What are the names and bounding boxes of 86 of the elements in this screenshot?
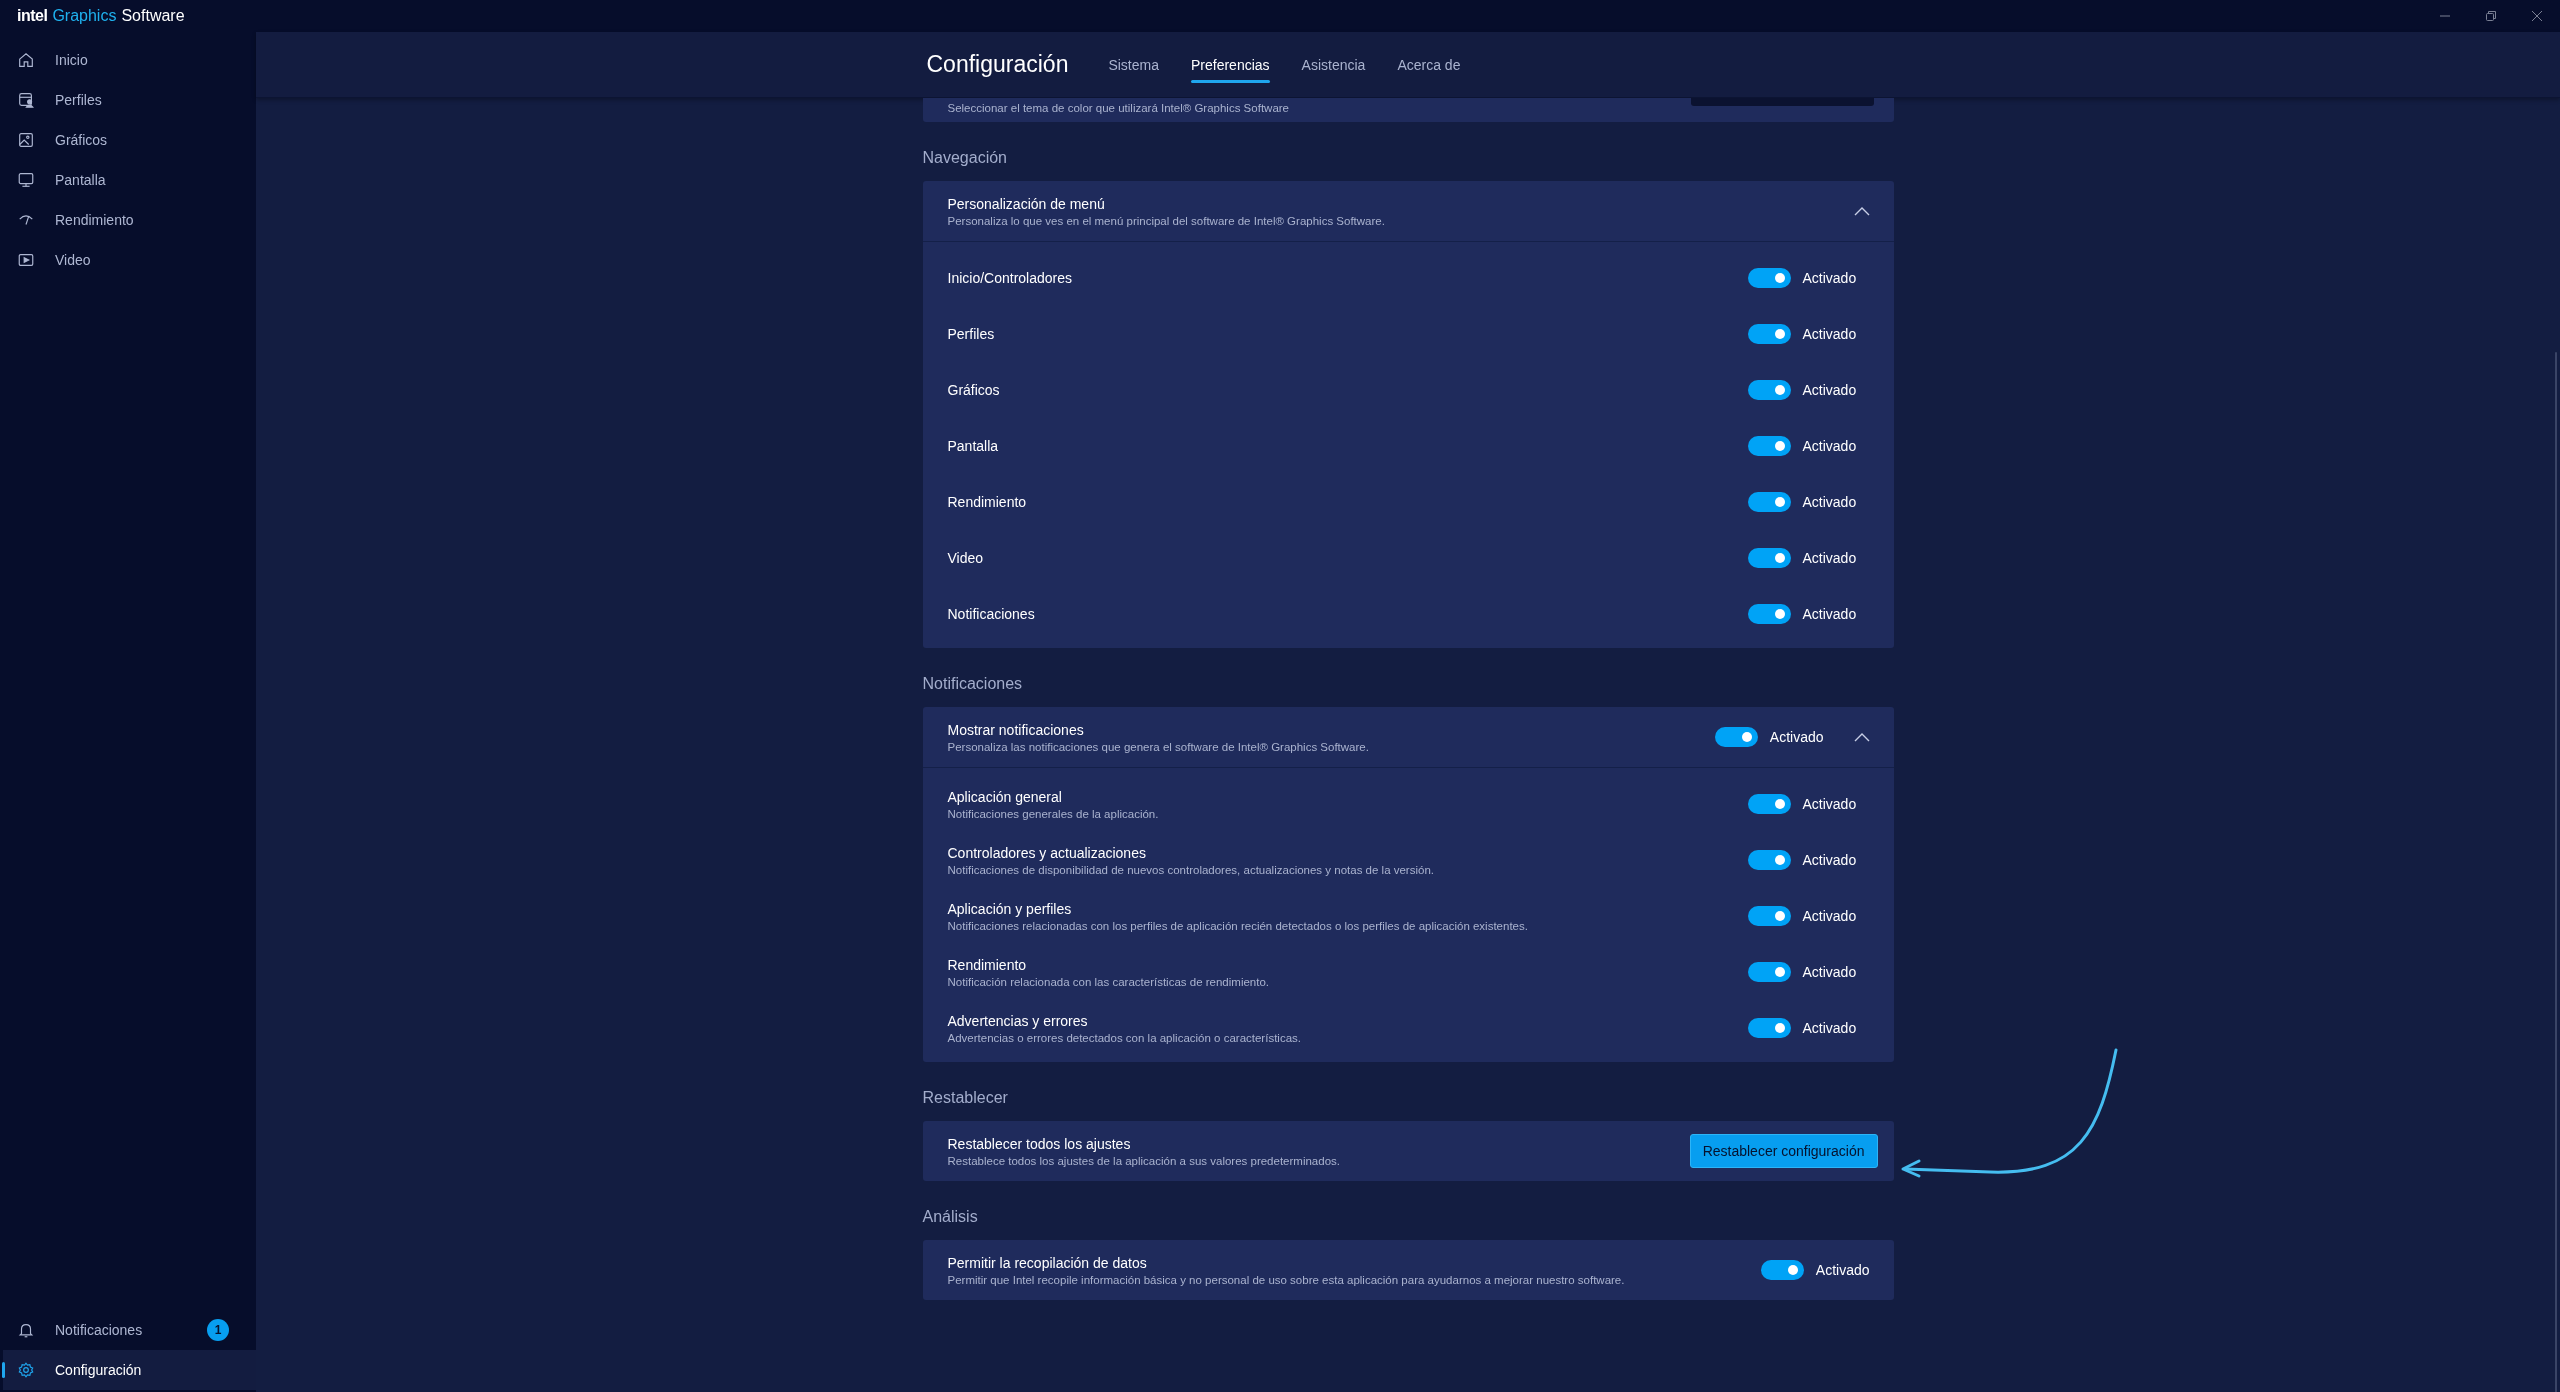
- setting-description: Personaliza lo que ves en el menú principal del software de Intel® Graphics Software.: [947, 214, 1386, 227]
- toggle-switch[interactable]: [1760, 1260, 1804, 1280]
- toggle-state-label: Activado: [1802, 964, 1857, 980]
- sidebar-item[interactable]: Perfiles: [3, 80, 256, 120]
- setting-label: Gráficos: [947, 382, 1001, 398]
- toggle-state-label: Activado: [1802, 796, 1857, 812]
- section-heading: Navegación: [922, 149, 1008, 167]
- sidebar-item[interactable]: Inicio: [3, 40, 256, 80]
- tab[interactable]: Preferencias: [1181, 44, 1280, 85]
- setting-description: Restablece todos los ajustes de la aplicación a sus valores predeterminados.: [947, 1154, 1341, 1167]
- setting-label: Rendimiento: [947, 956, 1028, 973]
- restore-icon: [2485, 10, 2497, 22]
- toggle-switch[interactable]: [1747, 604, 1791, 624]
- toggle-switch[interactable]: [1747, 492, 1791, 512]
- setting-title: Permitir la recopilación de datos: [947, 1254, 1148, 1271]
- sidebar-icon: [17, 171, 35, 189]
- setting-label: Aplicación y perfiles: [947, 900, 1073, 917]
- toggle-switch[interactable]: [1747, 548, 1791, 568]
- setting-title: Personalización de menú: [947, 195, 1106, 212]
- toggle-switch[interactable]: [1747, 794, 1791, 814]
- setting-label: Advertencias y errores: [947, 1012, 1089, 1029]
- setting-description: Advertencias o errores detectados con la aplicación o características.: [947, 1031, 1302, 1044]
- bell-icon: [17, 1321, 35, 1339]
- toggle-switch[interactable]: [1714, 727, 1758, 747]
- tab[interactable]: Sistema: [1098, 44, 1169, 85]
- toggle-state-label: Activado: [1802, 606, 1857, 622]
- setting-label: Video: [947, 550, 985, 566]
- toggle-state-label: Activado: [1802, 550, 1857, 566]
- toggle-state-label: Activado: [1802, 494, 1857, 510]
- setting-label: Aplicación general: [947, 788, 1063, 805]
- toggle-state-label: Activado: [1802, 270, 1857, 286]
- setting-description: Permitir que Intel recopile información básica y no personal de uso sobre esta aplicación para ayudarnos a mejorar nuestro software.: [947, 1273, 1626, 1286]
- close-icon: [2531, 10, 2543, 22]
- chevron-up-icon[interactable]: [1853, 732, 1870, 742]
- setting-description: Notificación relacionada con las características de rendimiento.: [947, 975, 1271, 988]
- sidebar-item[interactable]: Rendimiento: [3, 200, 256, 240]
- toggle-state-label: Activado: [1769, 729, 1824, 745]
- setting-description: Notificaciones generales de la aplicación.: [947, 807, 1160, 820]
- setting-label: Notificaciones: [947, 606, 1036, 622]
- notification-count-badge: 1: [207, 1319, 229, 1341]
- setting-label: Controladores y actualizaciones: [947, 844, 1147, 861]
- sidebar-item[interactable]: Configuración: [3, 1350, 256, 1390]
- toggle-switch[interactable]: [1747, 1018, 1791, 1038]
- toggle-state-label: Activado: [1815, 1262, 1870, 1278]
- toggle-switch[interactable]: [1747, 380, 1791, 400]
- toggle-switch[interactable]: [1747, 324, 1791, 344]
- scrollbar[interactable]: [2555, 352, 2557, 1392]
- setting-title: Mostrar notificaciones: [947, 721, 1085, 738]
- sidebar-item[interactable]: Pantalla: [3, 160, 256, 200]
- sidebar-item[interactable]: Notificaciones 1: [3, 1310, 256, 1350]
- toggle-switch[interactable]: [1747, 436, 1791, 456]
- setting-description: Notificaciones de disponibilidad de nuevos controladores, actualizaciones y notas de la versión.: [947, 863, 1435, 876]
- toggle-state-label: Activado: [1802, 1020, 1857, 1036]
- tab[interactable]: Acerca de: [1387, 44, 1471, 85]
- toggle-state-label: Activado: [1802, 852, 1857, 868]
- sidebar-icon: [17, 131, 35, 149]
- toggle-switch[interactable]: [1747, 850, 1791, 870]
- chevron-up-icon[interactable]: [1853, 206, 1870, 216]
- tab[interactable]: Asistencia: [1291, 44, 1376, 85]
- setting-description: Notificaciones relacionadas con los perfiles de aplicación recién detectados o los perfiles de aplicación existentes.: [947, 919, 1529, 932]
- sidebar-item[interactable]: Video: [3, 240, 256, 280]
- toggle-state-label: Activado: [1802, 438, 1857, 454]
- sidebar-icon: [17, 251, 35, 269]
- page-title: Configuración: [926, 51, 1069, 78]
- setting-label: Rendimiento: [947, 494, 1028, 510]
- reset-button[interactable]: Restablecer configuración: [1689, 1134, 1878, 1168]
- sidebar-icon: [17, 51, 35, 69]
- sidebar-item[interactable]: Gráficos: [3, 120, 256, 160]
- section-heading: Análisis: [922, 1208, 979, 1226]
- section-heading: Notificaciones: [922, 675, 1024, 693]
- toggle-switch[interactable]: [1747, 906, 1791, 926]
- setting-title: Restablecer todos los ajustes: [947, 1135, 1132, 1152]
- toggle-switch[interactable]: [1747, 268, 1791, 288]
- settings-icon: [17, 1361, 35, 1379]
- setting-label: Perfiles: [947, 326, 996, 342]
- setting-description: Seleccionar el tema de color que utilizará Intel® Graphics Software: [947, 102, 1289, 114]
- toggle-state-label: Activado: [1802, 908, 1857, 924]
- toggle-switch[interactable]: [1747, 962, 1791, 982]
- app-logo: intel Graphics Software: [17, 7, 185, 25]
- toggle-state-label: Activado: [1802, 326, 1857, 342]
- sidebar-icon: [17, 91, 35, 109]
- setting-label: Pantalla: [947, 438, 1000, 454]
- toggle-state-label: Activado: [1802, 382, 1857, 398]
- setting-label: Inicio/Controladores: [947, 270, 1073, 286]
- section-heading: Restablecer: [922, 1089, 1009, 1107]
- setting-description: Personaliza las notificaciones que genera el software de Intel® Graphics Software.: [947, 740, 1370, 753]
